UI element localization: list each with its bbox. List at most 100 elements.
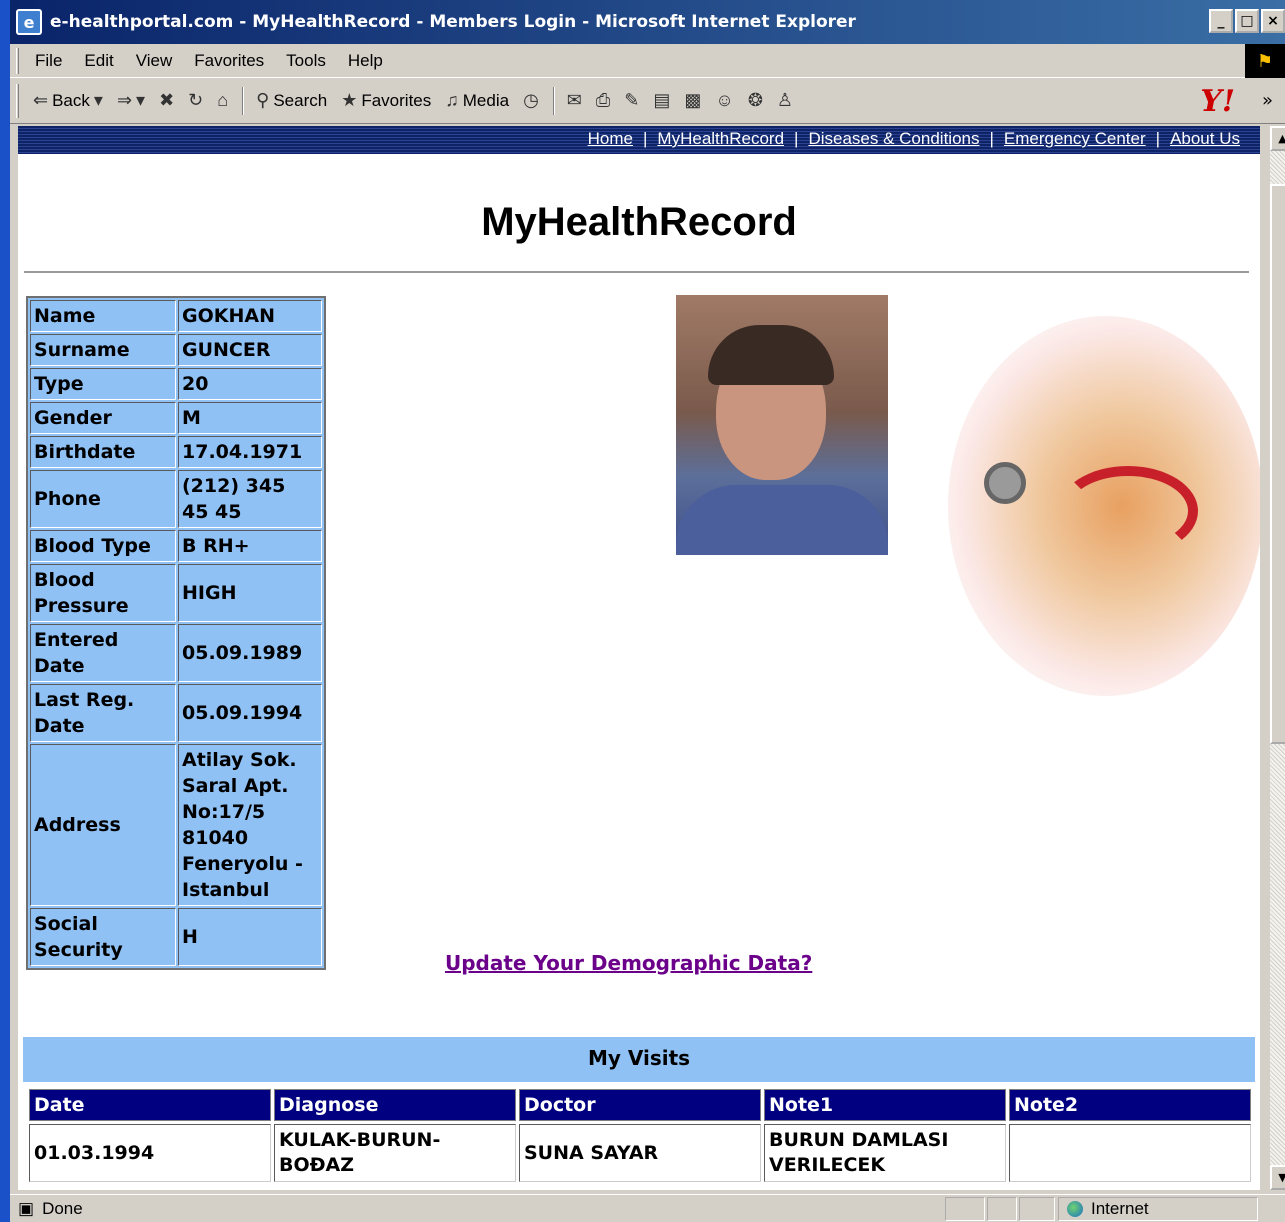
visit-doctor: SUNA SAYAR <box>519 1124 761 1182</box>
nav-about-us[interactable]: About Us <box>1170 129 1240 149</box>
menu-edit[interactable]: Edit <box>84 51 113 71</box>
visit-date: 01.03.1994 <box>29 1124 271 1182</box>
profile-label: Blood Type <box>30 530 176 562</box>
profile-label: Last Reg. Date <box>30 684 176 742</box>
update-demographic-link[interactable]: Update Your Demographic Data? <box>445 951 812 975</box>
page-title: MyHealthRecord <box>481 200 797 244</box>
profile-label: Gender <box>30 402 176 434</box>
menu-grip[interactable] <box>16 47 19 74</box>
profile-value: 05.09.1994 <box>178 684 322 742</box>
visits-title: My Visits <box>23 1037 1255 1082</box>
home-icon: ⌂ <box>217 90 229 110</box>
user-icon: ♙ <box>776 90 794 110</box>
profile-row-gender: Gender M <box>30 402 322 434</box>
profile-label: Phone <box>30 470 176 528</box>
menu-file[interactable]: File <box>35 51 62 71</box>
close-button[interactable]: × <box>1261 9 1285 33</box>
photo-shirt <box>676 485 888 555</box>
nav-myhealthrecord[interactable]: MyHealthRecord <box>657 129 784 149</box>
profile-value: Atilay Sok. Saral Apt. No:17/5 81040 Fen… <box>178 744 322 906</box>
nav-emergency-center[interactable]: Emergency Center <box>1004 129 1146 149</box>
profile-label: Address <box>30 744 176 906</box>
profile-row-phone: Phone (212) 345 45 45 <box>30 470 322 528</box>
page-viewport: Home | MyHealthRecord | Diseases & Condi… <box>18 126 1260 1190</box>
back-arrow-icon: ⇐ <box>33 90 49 110</box>
title-divider <box>24 271 1249 273</box>
status-text: Done <box>42 1198 83 1218</box>
more-chevron-icon[interactable]: » <box>1262 90 1273 111</box>
messenger-icon: ☺ <box>715 90 734 110</box>
tool-icon: ❂ <box>747 90 763 110</box>
col-date: Date <box>29 1089 271 1121</box>
page-done-icon: ▣ <box>18 1198 35 1218</box>
profile-row-blood-type: Blood Type B RH+ <box>30 530 322 562</box>
yahoo-logo-icon[interactable]: Y! <box>1200 84 1235 119</box>
menu-view[interactable]: View <box>136 51 173 71</box>
profile-value: 17.04.1971 <box>178 436 322 468</box>
media-button[interactable]: ♫ Media <box>445 90 509 111</box>
search-label: Search <box>273 90 328 110</box>
stethoscope-image <box>948 316 1260 696</box>
toolbar-grip[interactable] <box>16 83 19 118</box>
nav-diseases-conditions[interactable]: Diseases & Conditions <box>808 129 979 149</box>
mail-icon: ✉ <box>566 90 582 110</box>
refresh-button[interactable]: ↻ <box>188 90 203 111</box>
nav-home[interactable]: Home <box>588 129 633 149</box>
title-bar[interactable]: e e-healthportal.com - MyHealthRecord - … <box>10 0 1285 44</box>
edit-icon: ✎ <box>624 90 640 110</box>
stop-icon: ✖ <box>159 90 175 110</box>
search-icon: ⚲ <box>256 90 270 110</box>
visit-note2 <box>1009 1124 1251 1182</box>
zone-label: Internet <box>1091 1199 1149 1218</box>
scroll-thumb[interactable] <box>1270 184 1285 744</box>
ie-app-icon: e <box>16 9 42 35</box>
maximize-button[interactable]: □ <box>1235 9 1259 33</box>
scroll-up-button[interactable]: ▲ <box>1270 126 1285 151</box>
status-cell <box>945 1197 985 1221</box>
user-button[interactable]: ♙ <box>777 90 793 111</box>
tool-button[interactable]: ❂ <box>748 90 763 111</box>
forward-button[interactable]: ⇒ ▾ <box>117 90 145 111</box>
col-doctor: Doctor <box>519 1089 761 1121</box>
browser-window: e e-healthportal.com - MyHealthRecord - … <box>10 0 1285 1222</box>
table-row: 01.03.1994 KULAK-BURUN-BOĐAZ SUNA SAYAR … <box>29 1124 1251 1182</box>
back-label: Back <box>52 90 90 110</box>
menu-help[interactable]: Help <box>348 51 383 71</box>
forward-dropdown-icon[interactable]: ▾ <box>136 90 145 111</box>
menu-favorites[interactable]: Favorites <box>194 51 264 71</box>
history-button[interactable]: ◷ <box>523 90 539 111</box>
edit-button[interactable]: ✎ <box>624 90 639 111</box>
discuss-button[interactable]: ▤ <box>653 90 670 111</box>
security-zone: Internet <box>1058 1197 1258 1221</box>
print-button[interactable]: ⎙ <box>596 90 610 111</box>
status-cell <box>1019 1197 1055 1221</box>
profile-label: Birthdate <box>30 436 176 468</box>
profile-value: M <box>178 402 322 434</box>
menu-bar: File Edit View Favorites Tools Help ⚑ <box>10 44 1285 78</box>
nav-separator: | <box>794 129 799 148</box>
mail-button[interactable]: ✉ <box>567 90 582 111</box>
nav-separator: | <box>1155 129 1161 148</box>
messenger-button[interactable]: ☺ <box>715 90 733 111</box>
vertical-scrollbar[interactable]: ▲ ▼ <box>1270 126 1285 1190</box>
back-dropdown-icon[interactable]: ▾ <box>94 90 103 111</box>
search-button[interactable]: ⚲ Search <box>256 90 327 111</box>
stop-button[interactable]: ✖ <box>159 90 174 111</box>
profile-label: Social Security <box>30 908 176 966</box>
visits-table: Date Diagnose Doctor Note1 Note2 01.03.1… <box>26 1086 1254 1185</box>
minimize-button[interactable]: _ <box>1209 9 1233 33</box>
scroll-down-button[interactable]: ▼ <box>1270 1165 1285 1190</box>
favorites-button[interactable]: ★ Favorites <box>341 90 431 111</box>
menu-tools[interactable]: Tools <box>286 51 326 71</box>
toolbar-separator <box>242 86 245 115</box>
profile-label: Surname <box>30 334 176 366</box>
profile-label: Type <box>30 368 176 400</box>
profile-row-address: Address Atilay Sok. Saral Apt. No:17/5 81… <box>30 744 322 906</box>
top-nav: Home | MyHealthRecord | Diseases & Condi… <box>588 129 1240 149</box>
profile-value: (212) 345 45 45 <box>178 470 322 528</box>
research-button[interactable]: ▩ <box>684 90 701 111</box>
visit-note1: BURUN DAMLASI VERILECEK <box>764 1124 1006 1182</box>
home-button[interactable]: ⌂ <box>217 90 228 111</box>
refresh-icon: ↻ <box>188 90 204 110</box>
back-button[interactable]: ⇐ Back ▾ <box>33 90 103 111</box>
